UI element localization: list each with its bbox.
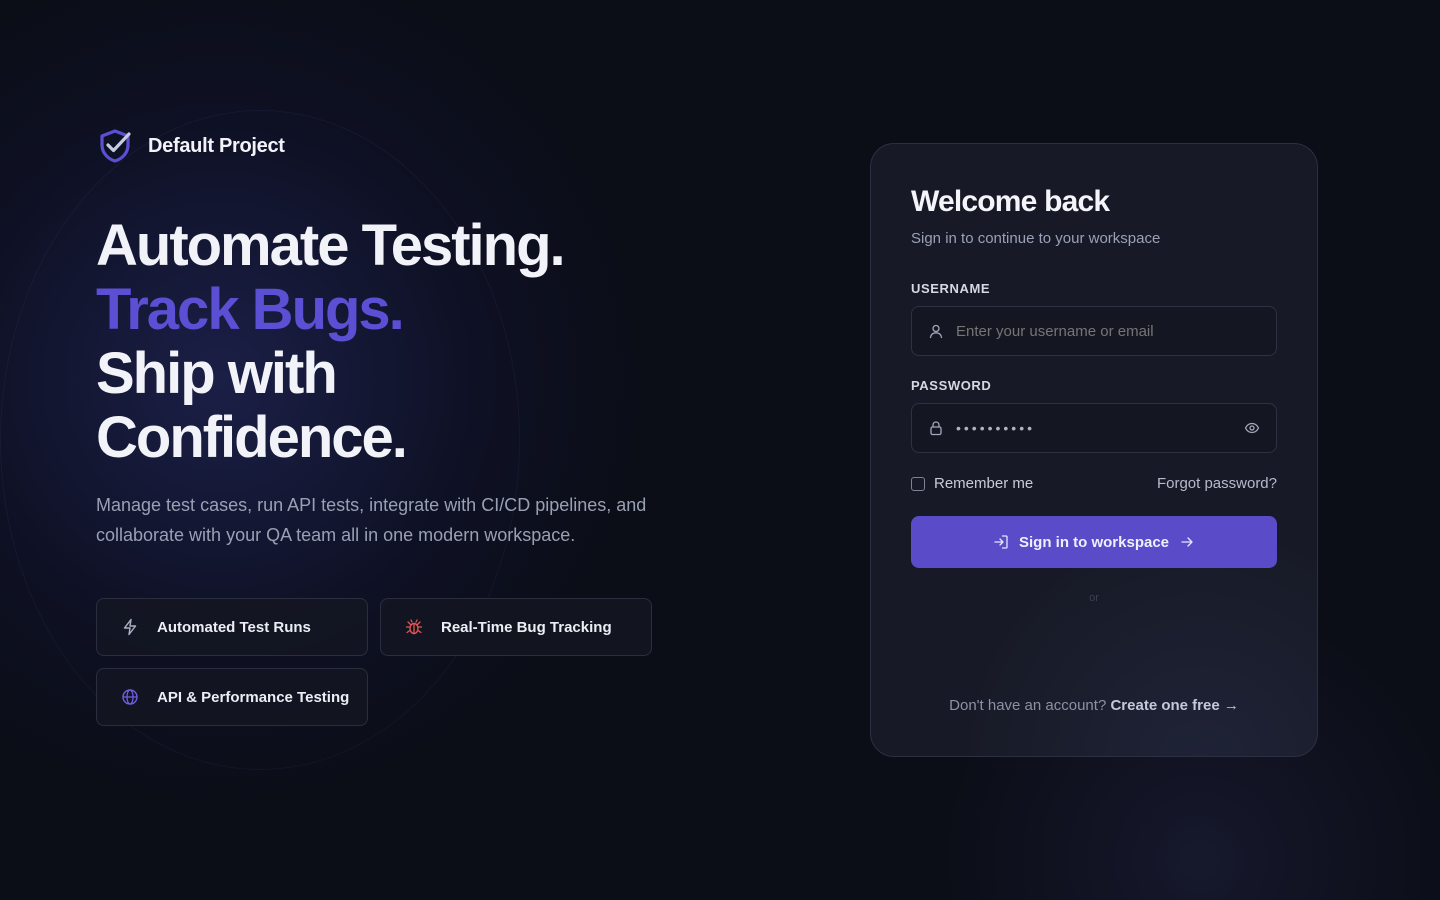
login-options: Remember me Forgot password? — [911, 475, 1277, 492]
hero-subtitle: Manage test cases, run API tests, integr… — [96, 495, 647, 545]
lock-icon — [930, 421, 942, 436]
create-account-link[interactable]: Create one free → — [1110, 697, 1238, 714]
remember-label: Remember me — [934, 475, 1034, 492]
user-icon — [929, 324, 943, 339]
password-input[interactable]: •••••••••• — [956, 420, 1244, 436]
hero-line-1: Automate Testing. — [96, 213, 566, 278]
hero-line-2: Track Bugs. — [96, 277, 405, 342]
username-field[interactable] — [911, 306, 1277, 356]
eye-icon[interactable] — [1244, 420, 1260, 436]
feature-label: Automated Test Runs — [157, 618, 311, 636]
login-card: Welcome back Sign in to continue to your… — [870, 143, 1318, 757]
hero-line-3: Ship with — [96, 341, 338, 406]
forgot-password-link[interactable]: Forgot password? — [1157, 475, 1277, 492]
username-input[interactable] — [956, 322, 1260, 340]
feature-real-time-bug-tracking: Real-Time Bug Tracking — [380, 598, 652, 656]
remember-me[interactable]: Remember me — [911, 475, 1033, 492]
login-subtitle: Sign in to continue to your workspace — [911, 230, 1161, 247]
hero-headline: Automate Testing. Track Bugs. Ship with … — [96, 214, 736, 470]
remember-checkbox[interactable] — [911, 476, 925, 491]
feature-api-performance-testing: API & Performance Testing — [96, 668, 368, 726]
login-icon — [994, 535, 1008, 549]
hero-line-4: Confidence. — [96, 405, 408, 470]
password-field[interactable]: •••••••••• — [911, 403, 1277, 453]
sign-in-button[interactable]: Sign in to workspace — [911, 516, 1277, 568]
globe-icon — [122, 689, 138, 705]
login-title: Welcome back — [911, 185, 1110, 218]
feature-label: Real-Time Bug Tracking — [441, 618, 612, 636]
signup-prompt: Don't have an account? Create one free → — [871, 697, 1317, 714]
signup-prompt-text: Don't have an account? — [949, 697, 1107, 714]
username-label: USERNAME — [911, 281, 991, 296]
bug-icon — [405, 619, 423, 635]
login-page: Default Project Automate Testing. Track … — [0, 0, 1440, 900]
sign-in-label: Sign in to workspace — [1018, 533, 1170, 551]
brand: Default Project — [96, 128, 285, 164]
feature-label: API & Performance Testing — [157, 688, 350, 706]
brand-name: Default Project — [148, 134, 285, 157]
shield-check-icon — [100, 129, 131, 163]
arrow-right-icon — [1181, 537, 1193, 547]
lightning-icon — [123, 618, 137, 636]
feature-automated-test-runs: Automated Test Runs — [96, 598, 368, 656]
password-label: PASSWORD — [911, 378, 992, 393]
divider-or: or — [1089, 592, 1099, 604]
feature-list: Automated Test Runs Real-Time Bug Tracki… — [96, 598, 656, 726]
